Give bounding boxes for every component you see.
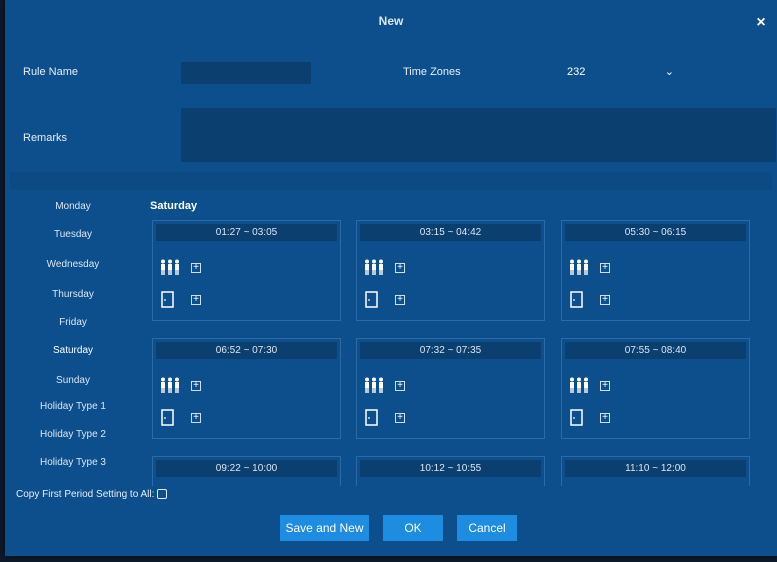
period-time[interactable]: 03:15 ~ 04:42	[360, 224, 541, 241]
plus-box-icon[interactable]: +	[600, 413, 610, 423]
period-time[interactable]: 06:52 ~ 07:30	[156, 342, 337, 359]
plus-box-icon[interactable]: +	[191, 413, 201, 423]
save-and-new-button[interactable]: Save and New	[280, 515, 369, 541]
rule-name-input[interactable]	[181, 62, 311, 84]
period-card: 07:32 ~ 07:35 + +	[356, 338, 545, 439]
period-card: 09:22 ~ 10:00	[152, 456, 341, 486]
period-card: 06:52 ~ 07:30 + +	[152, 338, 341, 439]
day-list: Monday Tuesday Wednesday Thursday Friday…	[10, 190, 136, 480]
period-time[interactable]: 07:32 ~ 07:35	[360, 342, 541, 359]
door-icon	[570, 409, 583, 426]
period-card: 05:30 ~ 06:15 + +	[561, 220, 750, 321]
dialog-title: New	[378, 14, 404, 28]
close-icon[interactable]: ×	[753, 0, 769, 42]
door-icon	[570, 291, 583, 308]
period-time[interactable]: 07:55 ~ 08:40	[565, 342, 746, 359]
rule-form: Rule Name Time Zones 232 ⌄ Remarks	[5, 42, 776, 172]
plus-box-icon[interactable]: +	[191, 295, 201, 305]
copy-first-period-checkbox[interactable]	[157, 489, 168, 500]
plus-box-icon[interactable]: +	[191, 381, 201, 391]
people-icon	[570, 259, 588, 275]
time-zones-label: Time Zones	[403, 66, 461, 78]
plus-box-icon[interactable]: +	[395, 263, 405, 273]
day-item-holiday-type-3[interactable]: Holiday Type 3	[10, 457, 136, 468]
period-card: 07:55 ~ 08:40 + +	[561, 338, 750, 439]
people-icon	[161, 259, 179, 275]
period-card: 01:27 ~ 03:05 + +	[152, 220, 341, 321]
plus-box-icon[interactable]: +	[395, 413, 405, 423]
time-zones-select[interactable]: 232 ⌄	[560, 62, 680, 82]
day-item-monday[interactable]: Monday	[10, 201, 136, 212]
remarks-label: Remarks	[23, 132, 68, 144]
period-time[interactable]: 05:30 ~ 06:15	[565, 224, 746, 241]
day-item-saturday[interactable]: Saturday	[10, 345, 136, 356]
chevron-down-icon: ⌄	[664, 66, 674, 78]
day-item-holiday-type-1[interactable]: Holiday Type 1	[10, 401, 136, 412]
plus-box-icon[interactable]: +	[600, 263, 610, 273]
period-card: 10:12 ~ 10:55	[356, 456, 545, 486]
day-item-friday[interactable]: Friday	[10, 317, 136, 328]
period-time[interactable]: 09:22 ~ 10:00	[156, 460, 337, 477]
people-icon	[365, 259, 383, 275]
cancel-button[interactable]: Cancel	[457, 515, 517, 541]
door-icon	[161, 291, 174, 308]
plus-box-icon[interactable]: +	[395, 295, 405, 305]
period-time[interactable]: 11:10 ~ 12:00	[565, 460, 746, 477]
people-icon	[570, 377, 588, 393]
door-icon	[365, 291, 378, 308]
door-icon	[365, 409, 378, 426]
ok-button[interactable]: OK	[383, 515, 443, 541]
period-card: 11:10 ~ 12:00	[561, 456, 750, 486]
plus-box-icon[interactable]: +	[395, 381, 405, 391]
people-icon	[161, 377, 179, 393]
rule-name-label: Rule Name	[23, 66, 79, 78]
day-item-sunday[interactable]: Sunday	[10, 375, 136, 386]
dialog-titlebar: New ×	[5, 0, 777, 42]
schedule-day-title: Saturday	[150, 200, 198, 212]
period-time[interactable]: 01:27 ~ 03:05	[156, 224, 337, 241]
section-divider	[10, 172, 772, 190]
plus-box-icon[interactable]: +	[600, 381, 610, 391]
day-item-thursday[interactable]: Thursday	[10, 289, 136, 300]
period-card: 03:15 ~ 04:42 + +	[356, 220, 545, 321]
day-item-tuesday[interactable]: Tuesday	[10, 229, 136, 240]
door-icon	[161, 409, 174, 426]
day-item-wednesday[interactable]: Wednesday	[10, 259, 136, 270]
period-grid: 01:27 ~ 03:05 + + 03:15 ~ 04:42 + + 05:3…	[150, 218, 770, 486]
plus-box-icon[interactable]: +	[600, 295, 610, 305]
plus-box-icon[interactable]: +	[191, 263, 201, 273]
copy-first-period-row: Copy First Period Setting to All:	[16, 489, 168, 500]
copy-first-period-label: Copy First Period Setting to All:	[16, 489, 155, 500]
people-icon	[365, 377, 383, 393]
period-time[interactable]: 10:12 ~ 10:55	[360, 460, 541, 477]
day-item-holiday-type-2[interactable]: Holiday Type 2	[10, 429, 136, 440]
remarks-textarea[interactable]	[181, 108, 776, 162]
time-zones-value: 232	[567, 66, 586, 78]
